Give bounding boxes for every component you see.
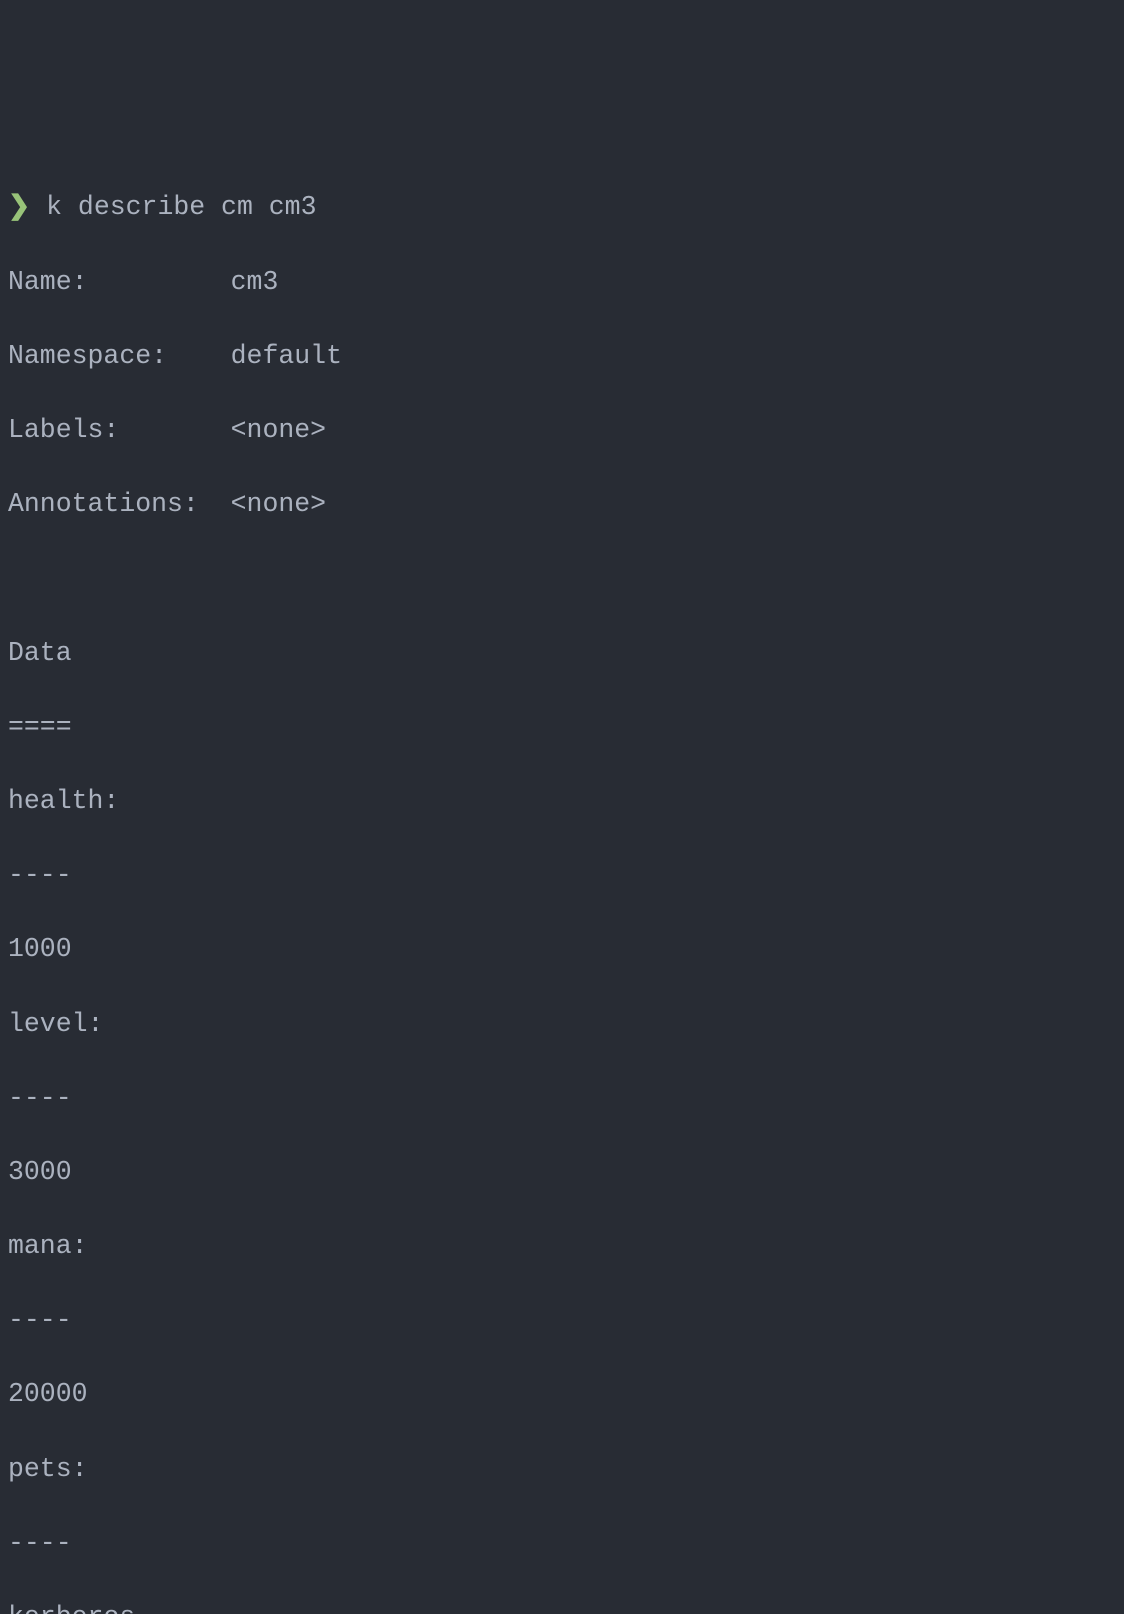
header-name-line: Name: cm3 <box>8 264 1116 301</box>
blank-line <box>8 560 1116 597</box>
namespace-value: default <box>231 341 342 371</box>
name-label: Name: <box>8 267 88 297</box>
prompt-symbol: ❯ <box>8 192 30 222</box>
name-value: cm3 <box>231 267 279 297</box>
namespace-label: Namespace: <box>8 341 167 371</box>
entry-sep: ---- <box>8 857 1116 894</box>
header-annotations-line: Annotations: <none> <box>8 486 1116 523</box>
data-separator: ==== <box>8 709 1116 746</box>
entry-key: level: <box>8 1006 1116 1043</box>
annotations-label: Annotations: <box>8 489 199 519</box>
entry-key: pets: <box>8 1451 1116 1488</box>
data-title: Data <box>8 635 1116 672</box>
entry-value: kerberos <box>8 1599 1116 1614</box>
entry-sep: ---- <box>8 1302 1116 1339</box>
entry-value: 1000 <box>8 931 1116 968</box>
annotations-value: <none> <box>231 489 326 519</box>
header-namespace-line: Namespace: default <box>8 338 1116 375</box>
labels-value: <none> <box>231 415 326 445</box>
entry-sep: ---- <box>8 1525 1116 1562</box>
labels-label: Labels: <box>8 415 119 445</box>
entry-sep: ---- <box>8 1080 1116 1117</box>
entry-value: 3000 <box>8 1154 1116 1191</box>
command-line[interactable]: ❯ k describe cm cm3 <box>8 189 1116 226</box>
entry-key: mana: <box>8 1228 1116 1265</box>
entry-value: 20000 <box>8 1376 1116 1413</box>
entry-key: health: <box>8 783 1116 820</box>
header-labels-line: Labels: <none> <box>8 412 1116 449</box>
command-text: k describe cm cm3 <box>46 192 316 222</box>
